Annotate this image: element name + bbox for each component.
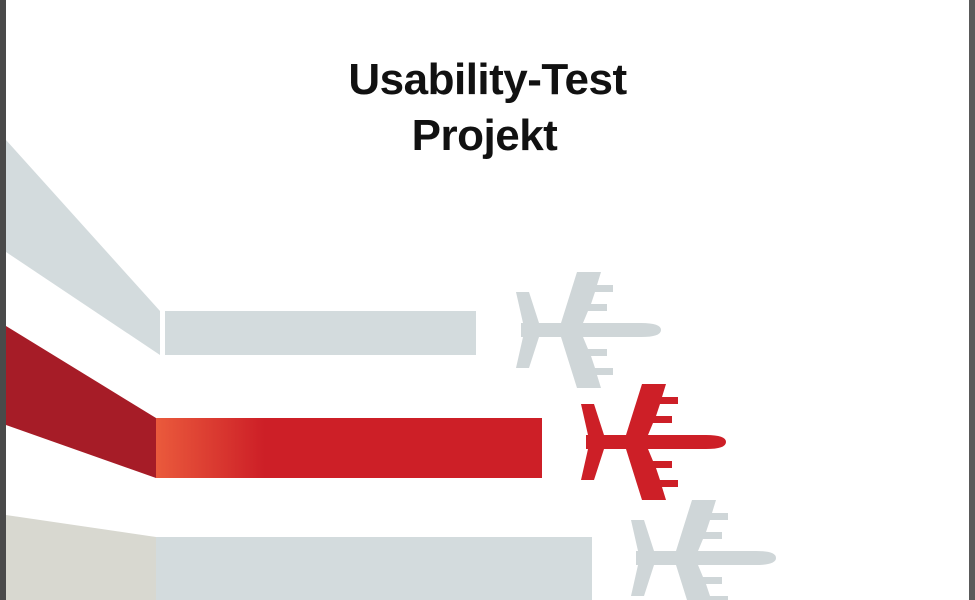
trail-band-gray-bottom <box>6 515 592 600</box>
airplane-icon <box>581 384 726 500</box>
airplane-icon <box>516 272 661 388</box>
document-page: Usability-Test Projekt <box>0 0 975 600</box>
page-border-left <box>0 0 6 600</box>
airplane-icon <box>631 500 776 600</box>
trail-band-gray-top <box>6 140 476 355</box>
page-border-right <box>969 0 975 600</box>
flight-illustration <box>6 140 776 600</box>
